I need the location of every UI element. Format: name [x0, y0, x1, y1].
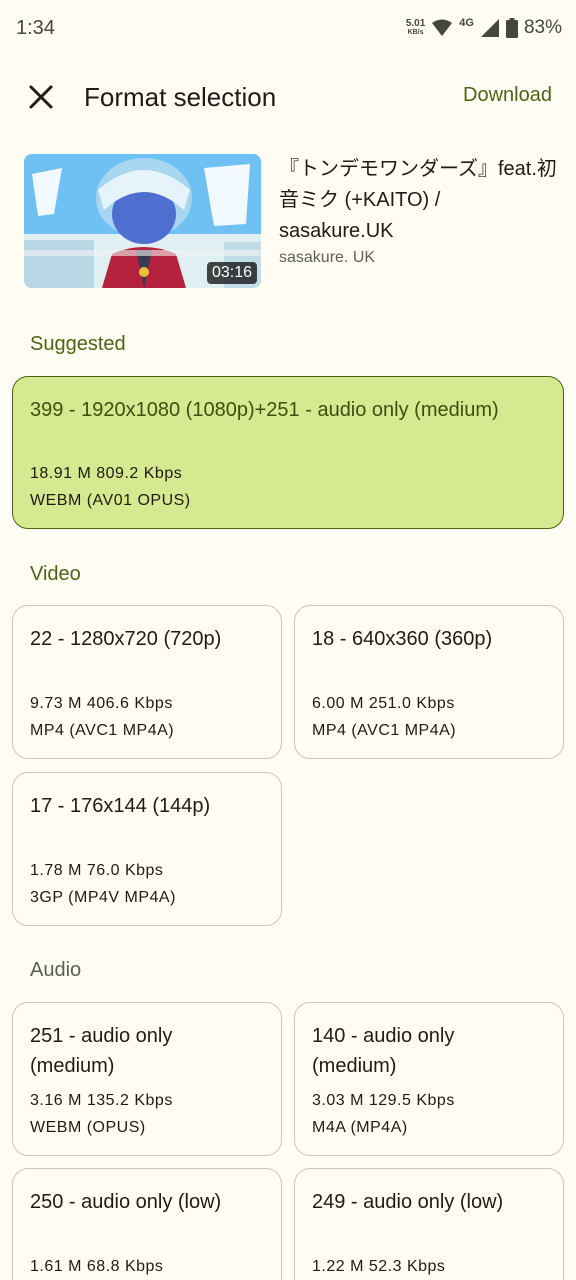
close-icon[interactable]	[26, 82, 56, 112]
download-button[interactable]: Download	[463, 84, 552, 107]
format-size-bitrate: 1.61 M 68.8 Kbps	[30, 1258, 164, 1275]
format-title-line1: 140 - audio only	[312, 1025, 455, 1047]
format-container: WEBM (OPUS)	[30, 1119, 146, 1136]
format-size-bitrate: 6.00 M 251.0 Kbps	[312, 695, 455, 712]
format-size-bitrate: 9.73 M 406.6 Kbps	[30, 695, 173, 712]
format-title: 249 - audio only (low)	[312, 1191, 504, 1213]
battery-percent: 83%	[523, 17, 562, 38]
format-title: 399 - 1920x1080 (1080p)+251 - audio only…	[30, 399, 499, 421]
cell-signal-icon	[480, 18, 500, 38]
network-type: 4G	[459, 17, 474, 29]
video-channel: sasakure. UK	[279, 249, 376, 266]
network-speed-value: 5.01	[405, 18, 426, 29]
network-speed: 5.01 KB/s	[406, 19, 425, 37]
format-title: 18 - 640x360 (360p)	[312, 628, 493, 650]
format-container: M4A (MP4A)	[312, 1119, 408, 1136]
format-size-bitrate: 1.78 M 76.0 Kbps	[30, 862, 164, 879]
video-info: 03:16 『トンデモワンダーズ』feat.初音ミク (+KAITO) / sa…	[0, 150, 576, 290]
video-thumbnail[interactable]: 03:16	[24, 154, 261, 288]
format-card-audio[interactable]: 251 - audio only (medium) 3.16 M 135.2 K…	[12, 1002, 282, 1156]
page-title: Format selection	[84, 82, 277, 112]
format-title: 17 - 176x144 (144p)	[30, 795, 211, 817]
format-card-suggested[interactable]: 399 - 1920x1080 (1080p)+251 - audio only…	[12, 376, 564, 529]
top-app-bar: Format selection Download	[0, 68, 576, 126]
format-container: MP4 (AVC1 MP4A)	[312, 722, 457, 739]
format-card-video[interactable]: 18 - 640x360 (360p) 6.00 M 251.0 Kbps MP…	[294, 605, 564, 759]
status-time: 1:34	[16, 16, 55, 39]
format-title-line2: (medium)	[312, 1055, 397, 1077]
format-title-line2: (medium)	[30, 1055, 115, 1077]
video-duration: 03:16	[206, 262, 257, 284]
format-size-bitrate: 18.91 M 809.2 Kbps	[30, 465, 183, 482]
format-card-video[interactable]: 17 - 176x144 (144p) 1.78 M 76.0 Kbps 3GP…	[12, 772, 282, 926]
format-size-bitrate: 3.16 M 135.2 Kbps	[30, 1092, 173, 1109]
network-speed-unit: KB/s	[407, 29, 424, 36]
format-card-audio[interactable]: 250 - audio only (low) 1.61 M 68.8 Kbps	[12, 1168, 282, 1280]
battery-icon	[505, 18, 518, 38]
section-video: Video	[30, 563, 81, 585]
video-title: 『トンデモワンダーズ』feat.初音ミク (+KAITO) / sasakure…	[279, 158, 557, 242]
status-bar: 1:34 5.01 KB/s 4G 83%	[0, 0, 576, 56]
section-audio: Audio	[30, 959, 82, 981]
format-size-bitrate: 1.22 M 52.3 Kbps	[312, 1258, 446, 1275]
section-suggested: Suggested	[30, 333, 126, 355]
format-title-line1: 251 - audio only	[30, 1025, 173, 1047]
format-container: WEBM (AV01 OPUS)	[30, 492, 191, 509]
format-container: MP4 (AVC1 MP4A)	[30, 722, 175, 739]
format-size-bitrate: 3.03 M 129.5 Kbps	[312, 1092, 455, 1109]
format-card-audio[interactable]: 140 - audio only (medium) 3.03 M 129.5 K…	[294, 1002, 564, 1156]
wifi-icon	[431, 19, 453, 37]
format-container: 3GP (MP4V MP4A)	[30, 889, 176, 906]
format-title: 22 - 1280x720 (720p)	[30, 628, 222, 650]
format-card-audio[interactable]: 249 - audio only (low) 1.22 M 52.3 Kbps	[294, 1168, 564, 1280]
format-title: 250 - audio only (low)	[30, 1191, 222, 1213]
status-icons: 5.01 KB/s 4G 83%	[406, 17, 562, 39]
format-card-video[interactable]: 22 - 1280x720 (720p) 9.73 M 406.6 Kbps M…	[12, 605, 282, 759]
